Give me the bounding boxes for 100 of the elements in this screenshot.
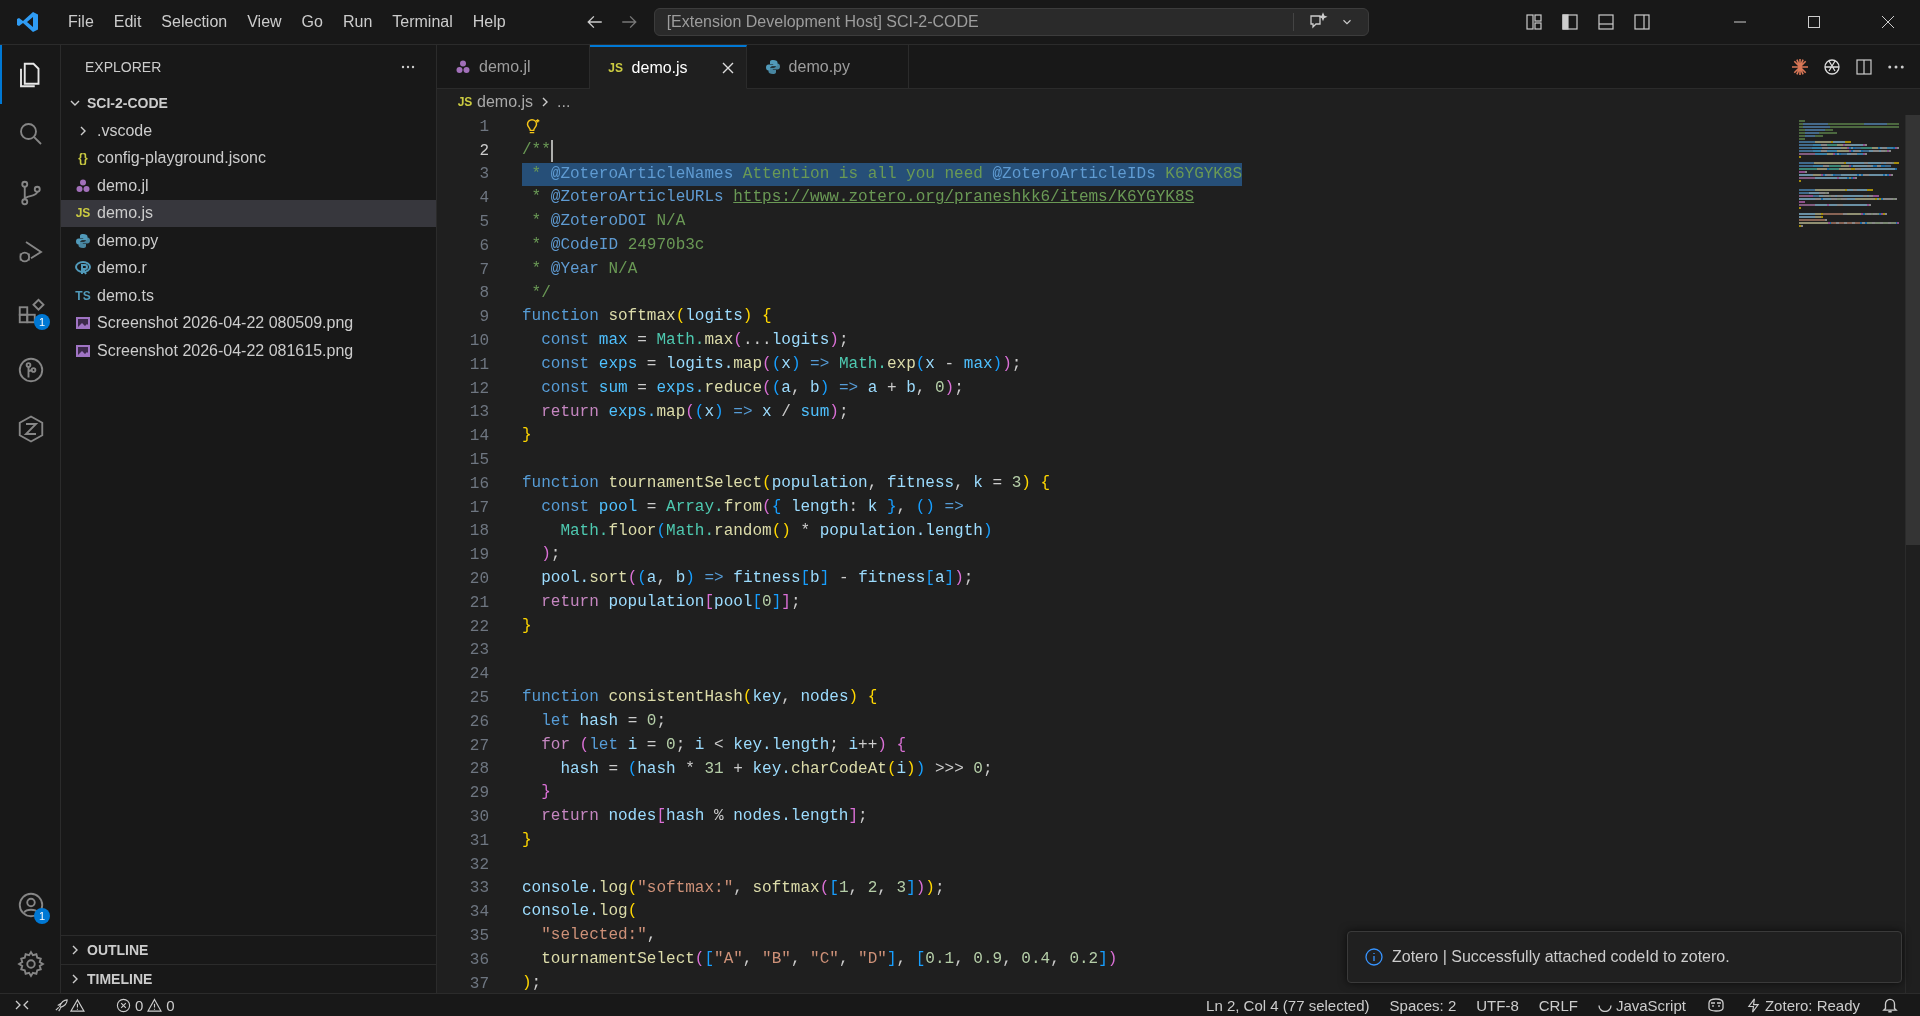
image-file-icon	[75, 342, 91, 359]
file-tree-item[interactable]: demo.r	[61, 254, 436, 282]
file-tree-item[interactable]: demo.jl	[61, 172, 436, 200]
folder-header[interactable]: SCI-2-CODE	[61, 89, 436, 117]
line-number: 7	[478, 260, 489, 279]
code-line: }	[540, 782, 551, 804]
snake-logo-icon	[75, 232, 91, 249]
code-line: const pool = Array.from({ length: k }, () =>	[540, 496, 964, 518]
line-number: 23	[468, 641, 489, 660]
warning-icon	[147, 997, 163, 1013]
copilot-icon[interactable]	[1705, 996, 1726, 1014]
line-number: 33	[468, 879, 489, 898]
menu-item[interactable]: Edit	[103, 9, 152, 35]
sidebar-title: EXPLORER	[85, 59, 162, 75]
code-line: * @Year N/A	[530, 258, 638, 280]
code-line: const exps = logits.map((x) => Math.exp(x - max));	[540, 353, 1022, 375]
code-line: function consistentHash(key, nodes) {	[522, 687, 878, 709]
line-number: 4	[478, 189, 489, 208]
breadcrumb-item[interactable]: demo.js	[477, 93, 534, 111]
command-center[interactable]: [Extension Development Host] SCI-2-CODE	[653, 8, 1369, 36]
editor-tab[interactable]: demo.jl	[437, 45, 590, 89]
line-number: 32	[468, 855, 489, 874]
menu-item[interactable]: Go	[291, 9, 333, 35]
notification-message: Zotero | Successfully attached codeId to zotero.	[1392, 948, 1730, 966]
status-item[interactable]: Spaces: 2	[1379, 996, 1467, 1014]
status-item[interactable]: CRLF	[1528, 996, 1588, 1014]
code-line: let hash = 0;	[540, 710, 667, 732]
z-hexagon-icon[interactable]	[16, 413, 46, 444]
line-number: 10	[468, 332, 489, 351]
code-line: }	[522, 829, 532, 851]
split-editor-icon[interactable]	[1854, 56, 1874, 77]
file-tree-item[interactable]: JS demo.js	[61, 199, 436, 227]
editor-tab[interactable]: JS demo.js	[589, 45, 747, 89]
collapsed-section-header[interactable]: OUTLINE	[61, 935, 436, 964]
menu-item[interactable]: Terminal	[382, 9, 463, 35]
close-icon[interactable]	[1880, 14, 1896, 30]
status-item[interactable]: Ln 2, Col 4 (77 selected)	[1196, 996, 1380, 1014]
code-line: * @ZoteroArticleURLs https://www.zotero.org/praneshkk6/items/K6YGYK8S	[530, 187, 1195, 209]
menu-item[interactable]: Selection	[151, 9, 238, 35]
menu-item[interactable]: View	[237, 9, 292, 35]
back-arrow-icon[interactable]	[585, 13, 604, 31]
file-type-label: JS	[75, 206, 91, 221]
file-tree-item[interactable]: Screenshot 2026-04-22 081615.png	[61, 337, 436, 365]
editor-tab[interactable]: demo.py	[746, 45, 909, 89]
language-mode[interactable]: JavaScript	[1587, 996, 1696, 1014]
menu-item[interactable]: File	[58, 9, 104, 35]
notification-count: 1	[34, 908, 50, 924]
line-number: 12	[468, 379, 489, 398]
code-line: }	[522, 615, 532, 637]
three-dots-cluster-icon	[455, 58, 471, 75]
code-line: * @CodeID 24970b3c	[530, 235, 705, 256]
forward-arrow-icon[interactable]	[619, 13, 638, 31]
file-tree-item[interactable]: Screenshot 2026-04-22 080509.png	[61, 309, 436, 337]
line-number: 36	[468, 950, 489, 969]
line-number: 2	[478, 141, 489, 160]
code-line: console.log("softmax:", softmax([1, 2, 3]));	[522, 877, 945, 899]
starburst-icon[interactable]	[1790, 56, 1810, 77]
status-item[interactable]: UTF-8	[1466, 996, 1529, 1014]
toggle-panel-icon[interactable]	[1596, 12, 1616, 32]
layout-customize-icon[interactable]	[1524, 12, 1544, 32]
snake-logo-icon	[764, 58, 781, 75]
code-line: );	[540, 544, 561, 566]
line-number: 29	[468, 784, 489, 803]
info-icon	[1364, 947, 1384, 967]
settings-icon[interactable]	[16, 948, 46, 979]
toggle-sidebar-icon[interactable]	[1560, 12, 1580, 32]
code-line: */	[530, 282, 551, 304]
file-tree-item[interactable]: .vscode	[61, 117, 436, 145]
file-type-label: JS	[607, 60, 624, 75]
line-number: 9	[478, 308, 489, 327]
scrollbar[interactable]	[1905, 115, 1920, 993]
bell-icon[interactable]	[1880, 996, 1900, 1014]
maximize-icon[interactable]	[1806, 14, 1822, 30]
zotero-status[interactable]: Zotero: Ready	[1735, 996, 1870, 1014]
file-type-label: TS	[75, 288, 91, 303]
line-number: 8	[478, 284, 489, 303]
code-line: Math.floor(Math.random() * population.length)	[559, 520, 993, 542]
file-tree-item[interactable]: {} config-playground.jsonc	[61, 144, 436, 172]
code-line: return nodes[hash % nodes.length];	[540, 806, 868, 828]
r-logo-icon	[75, 260, 91, 277]
file-tree-item[interactable]: TS demo.ts	[61, 282, 436, 310]
menu-item[interactable]: Run	[332, 9, 383, 35]
problems-indicator[interactable]: 0 0	[106, 996, 185, 1014]
line-number: 11	[468, 355, 489, 374]
line-number: 21	[468, 593, 489, 612]
line-number: 22	[468, 617, 489, 636]
line-number: 28	[468, 760, 489, 779]
breadcrumb-item[interactable]: ...	[557, 93, 571, 111]
code-line: return population[pool[0]];	[540, 591, 801, 613]
extensions-icon[interactable]	[16, 295, 46, 326]
file-tree-item[interactable]: demo.py	[61, 227, 436, 255]
line-number: 26	[468, 712, 489, 731]
code-line: for (let i = 0; i < key.length; i++) {	[540, 734, 907, 756]
line-number: 1	[478, 117, 489, 136]
file-type-label: {}	[77, 151, 89, 166]
toggle-secondary-sidebar-icon[interactable]	[1632, 12, 1652, 32]
menu-item[interactable]: Help	[462, 9, 516, 35]
spinner-icon	[1597, 1004, 1612, 1012]
code-line: "selected:",	[540, 925, 657, 947]
notification-count: 1	[34, 314, 50, 330]
